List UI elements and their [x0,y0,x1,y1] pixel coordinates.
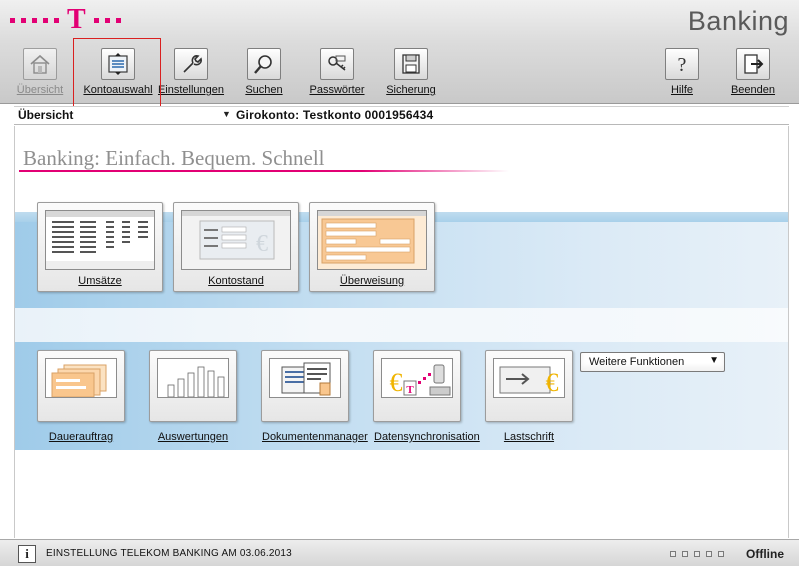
svg-text:T: T [406,384,414,396]
floppy-disk-icon [394,48,428,80]
tile-transactions[interactable]: Umsätze [37,202,163,292]
tile-transfer-label: Überweisung [339,275,405,287]
view-label: Übersicht [18,108,74,122]
slogan-underline [19,170,509,172]
connection-status: Offline [746,547,784,561]
tile-direct-debit-label: Lastschrift [503,431,555,443]
account-bar: Übersicht ▼ Girokonto: Testkonto 0001956… [14,106,789,125]
standing-order-thumbnail [45,358,117,398]
svg-text:€: € [256,231,268,257]
tile-analysis[interactable]: Auswertungen [149,350,237,443]
tile-transfer[interactable]: Überweisung [309,202,435,292]
help-icon: ? [665,48,699,80]
telekom-logo: T [10,6,127,34]
svg-text:€: € [390,368,403,397]
connection-dots [670,551,730,557]
account-select-button[interactable]: Kontoauswahl [80,46,156,102]
wrench-icon [174,48,208,80]
header-toolbar-band: T Banking Übersicht Kontoauswahl Einstel… [0,0,799,110]
status-bar: i EINSTELLUNG TELEKOM BANKING AM 03.06.2… [0,539,799,566]
overview-button[interactable]: Übersicht [10,46,70,102]
settings-button[interactable]: Einstellungen [156,46,226,102]
tile-transactions-label: Umsätze [78,275,122,287]
tile-balance[interactable]: € Kontostand [173,202,299,292]
account-selector[interactable]: Girokonto: Testkonto 0001956434 [236,108,433,122]
quit-button[interactable]: Beenden [728,46,778,102]
search-button[interactable]: Suchen [236,46,292,102]
exit-icon [736,48,770,80]
balance-thumbnail: € [181,210,291,270]
app-title: Banking [687,6,789,36]
tile-document-manager[interactable]: Dokumentenmanager [261,350,368,443]
banking-window: T Banking Übersicht Kontoauswahl Einstel… [0,0,799,566]
tile-data-sync[interactable]: € T Datensynchronisation [373,350,480,443]
tile-direct-debit[interactable]: € Lastschrift [485,350,573,443]
svg-text:?: ? [678,54,687,76]
status-message: EINSTELLUNG TELEKOM BANKING AM 03.06.201… [46,548,292,559]
transfer-thumbnail [317,210,427,270]
transactions-thumbnail [45,210,155,270]
chevron-down-icon[interactable]: ▼ [222,109,231,119]
passwords-button[interactable]: Passwörter [304,46,370,102]
magnifier-icon [247,48,281,80]
tile-document-manager-label: Dokumentenmanager [262,431,368,443]
backup-button[interactable]: Sicherung [380,46,442,102]
more-functions-value: Weitere Funktionen [589,356,685,368]
help-button[interactable]: ? Hilfe [660,46,704,102]
key-icon [320,48,354,80]
slogan: Banking: Einfach. Bequem. Schnell [23,146,325,170]
tile-data-sync-label: Datensynchronisation [374,431,480,443]
tile-standing-order-label: Dauerauftrag [48,431,114,443]
main-panel: Banking: Einfach. Bequem. Schnell Umsätz… [14,126,789,538]
home-icon [23,48,57,80]
analysis-thumbnail [157,358,229,398]
chevron-down-icon: ▼ [709,355,719,366]
svg-text:€: € [546,368,559,397]
tile-standing-order[interactable]: Dauerauftrag [37,350,125,443]
tile-balance-label: Kontostand [208,275,264,287]
account-select-icon [101,48,135,80]
more-functions-select[interactable]: Weitere Funktionen ▼ [580,352,725,372]
direct-debit-thumbnail: € [493,358,565,398]
document-manager-thumbnail [269,358,341,398]
data-sync-thumbnail: € T [381,358,453,398]
info-icon[interactable]: i [18,545,36,563]
tile-analysis-label: Auswertungen [157,431,229,443]
